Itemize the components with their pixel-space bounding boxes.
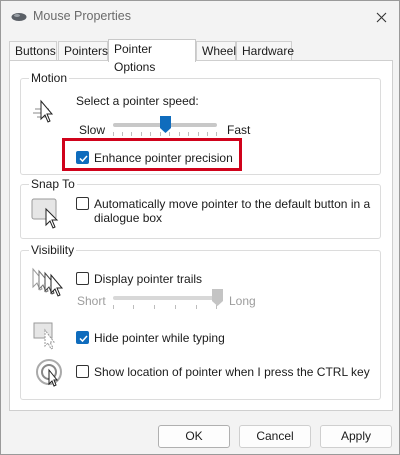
pointer-trails-label[interactable]: Display pointer trails	[94, 272, 202, 286]
visibility-group-label: Visibility	[29, 243, 77, 257]
fast-label: Fast	[227, 123, 251, 137]
window-title: Mouse Properties	[33, 9, 131, 23]
long-label: Long	[229, 294, 256, 308]
tab-pointers[interactable]: Pointers	[58, 41, 108, 61]
pointer-location-icon	[36, 359, 62, 387]
tab-wheel[interactable]: Wheel	[196, 41, 236, 61]
ok-button[interactable]: OK	[158, 425, 230, 448]
pointer-speed-icon	[33, 99, 54, 123]
hide-pointer-typing-label[interactable]: Hide pointer while typing	[94, 331, 225, 345]
pointer-trails-slider[interactable]	[211, 289, 223, 306]
checkmark-icon	[79, 335, 88, 343]
motion-group-label: Motion	[29, 71, 70, 85]
tab-pointer-options[interactable]: Pointer Options	[108, 39, 196, 74]
apply-button[interactable]: Apply	[320, 425, 392, 448]
pointer-options-panel: Motion Select a pointer speed: Slow Fast	[9, 60, 393, 411]
snap-to-group-label: Snap To	[29, 177, 77, 191]
speed-prompt: Select a pointer speed:	[76, 94, 199, 108]
close-icon	[376, 12, 386, 22]
pointer-speed-slider[interactable]	[159, 116, 171, 133]
cancel-button[interactable]: Cancel	[239, 425, 311, 448]
tab-hardware[interactable]: Hardware	[236, 41, 294, 61]
visibility-group: Visibility Display pointer trails Short …	[20, 243, 381, 400]
show-location-checkbox[interactable]	[76, 365, 89, 378]
snap-to-default-checkbox[interactable]	[76, 197, 89, 210]
tab-buttons[interactable]: Buttons	[9, 41, 57, 61]
pointer-trails-icon	[32, 267, 64, 297]
snap-to-default-label-line1[interactable]: Automatically move pointer to the defaul…	[94, 197, 370, 211]
pointer-trails-checkbox[interactable]	[76, 272, 89, 285]
short-label: Short	[77, 294, 106, 308]
pointer-trails-track[interactable]	[113, 296, 217, 300]
show-location-label[interactable]: Show location of pointer when I press th…	[94, 365, 370, 379]
hide-pointer-icon	[33, 322, 55, 350]
mouse-properties-window: Mouse Properties Buttons Pointers Pointe…	[0, 0, 400, 455]
snap-to-group: Snap To Automatically move pointer to th…	[20, 177, 381, 239]
annotation-highlight-box	[62, 138, 242, 171]
close-button[interactable]	[369, 5, 393, 29]
slow-label: Slow	[79, 123, 106, 137]
tab-strip: Buttons Pointers Pointer Options Wheel H…	[9, 39, 393, 74]
title-bar[interactable]: Mouse Properties	[1, 1, 399, 33]
snap-to-default-label-line2[interactable]: dialogue box	[94, 211, 162, 225]
pointer-trails-ticks	[113, 305, 217, 309]
mouse-icon	[11, 13, 27, 21]
snap-to-button-icon	[31, 198, 59, 229]
hide-pointer-typing-checkbox[interactable]	[76, 331, 89, 344]
